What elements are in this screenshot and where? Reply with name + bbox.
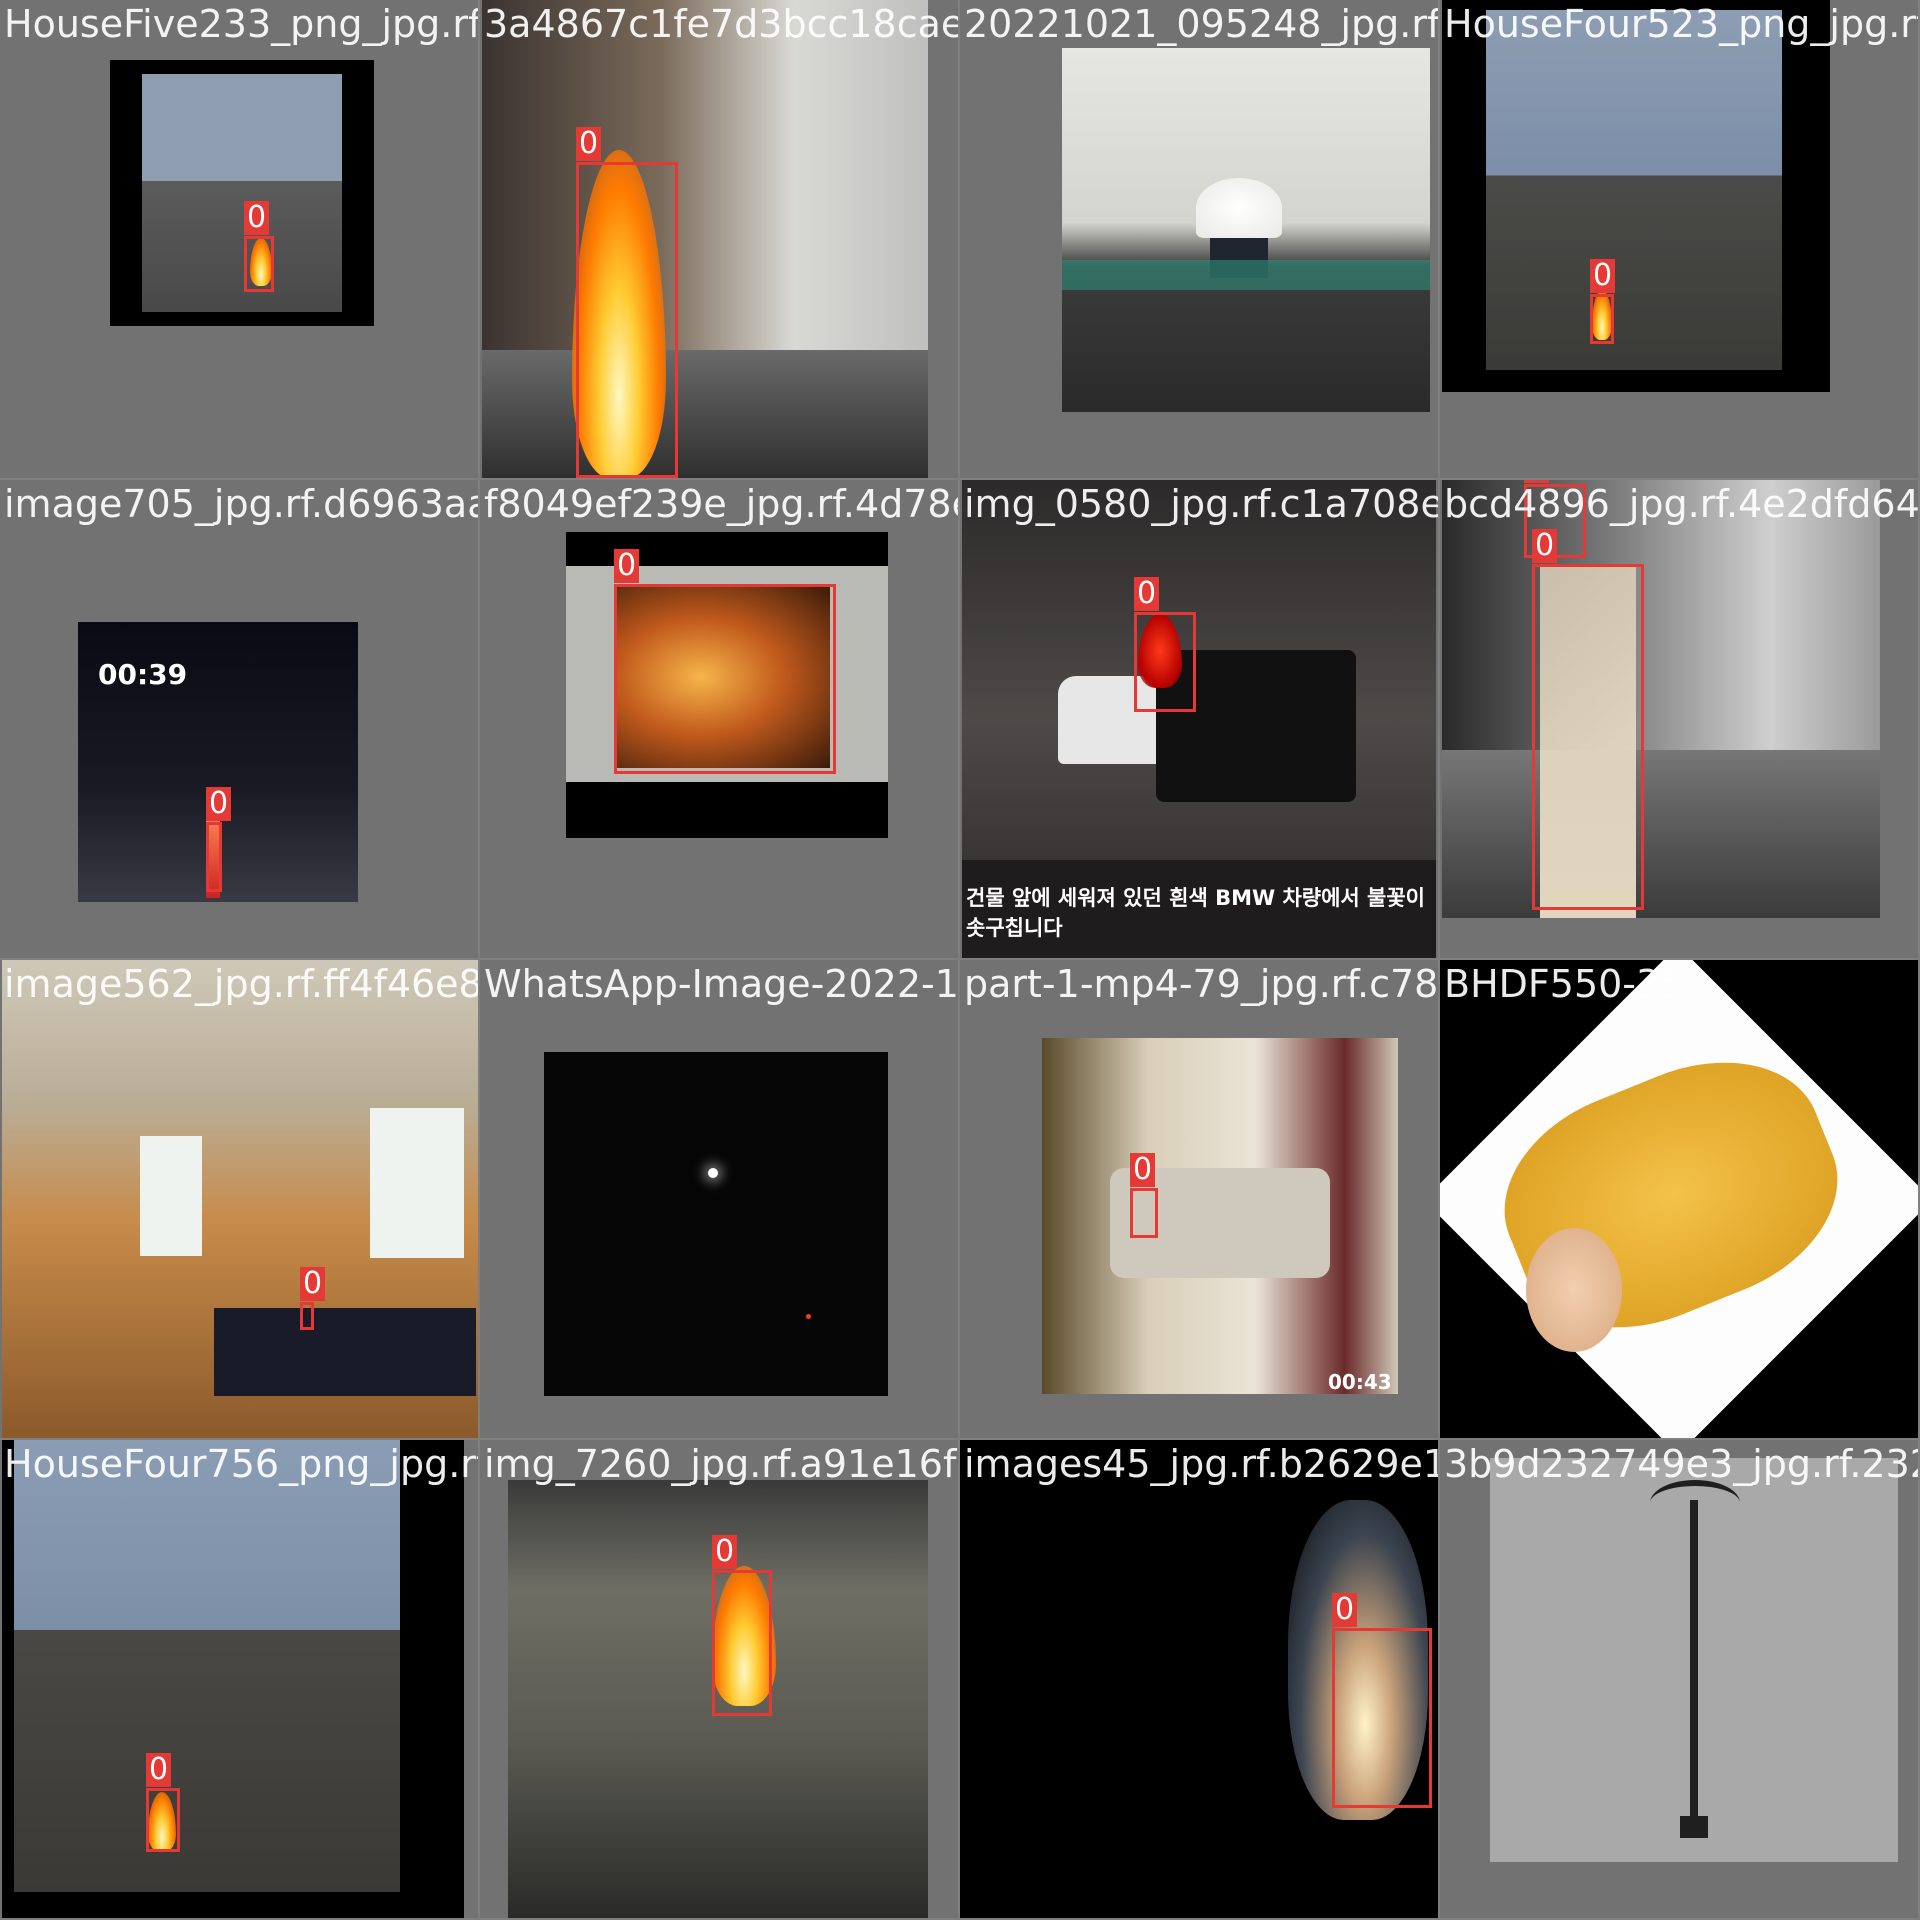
detection-box: 0 xyxy=(1130,1153,1158,1238)
tile-filename: bcd4896_jpg.rf.4e2dfd64eccc7 xyxy=(1444,482,1918,526)
detection-box: 0 xyxy=(614,549,836,774)
tile-filename: BHDF550-35 xyxy=(1444,962,1685,1006)
tile-filename: part-1-mp4-79_jpg.rf.c78531963b04525a4c xyxy=(964,962,1438,1006)
tile-filename: image562_jpg.rf.ff4f46e8170 xyxy=(4,962,478,1006)
tile-8: 0 0 bcd4896_jpg.rf.4e2dfd64eccc7 xyxy=(1440,480,1918,958)
detection-box: 0 xyxy=(1332,1593,1432,1808)
house-model-image xyxy=(14,1440,400,1892)
detection-box: 0 xyxy=(244,201,274,292)
detection-box: 0 xyxy=(712,1535,772,1716)
detection-box: 0 xyxy=(206,787,232,892)
tile-11: 0 00:43 part-1-mp4-79_jpg.rf.c78531963b0… xyxy=(960,960,1438,1438)
timer-overlay: 00:43 xyxy=(1328,1370,1392,1394)
detection-box: 0 xyxy=(1590,259,1616,344)
tile-10: WhatsApp-Image-2022-11-07-at-11-02-19-PM xyxy=(480,960,958,1438)
tile-filename: WhatsApp-Image-2022-11-07-at-11-02-19-PM xyxy=(484,962,958,1006)
timer-overlay: 00:39 xyxy=(98,658,188,691)
tile-16: 3b9d232749e3_jpg.rf.232adfe xyxy=(1440,1440,1918,1918)
detection-box: 0 xyxy=(1134,577,1196,712)
tile-filename: HouseFive233_png_jpg.rf.1f855a4867c1fe7d… xyxy=(4,2,478,46)
tile-filename: images45_jpg.rf.b2629e1fff83b9d232749e3 xyxy=(964,1442,1438,1486)
tile-5: 00:39 0 image705_jpg.rf.d6963aab40la27fd… xyxy=(0,480,478,958)
detection-box: 0 xyxy=(300,1267,326,1330)
sink xyxy=(482,350,928,478)
tile-12: BHDF550-35 xyxy=(1440,960,1918,1438)
moon xyxy=(708,1168,718,1178)
tile-14: 0 img_7260_jpg.rf.a91e16f3ad41225112eb45… xyxy=(480,1440,958,1918)
sofa xyxy=(214,1308,476,1396)
tile-filename: img_7260_jpg.rf.a91e16f3ad41225112eb45fd… xyxy=(484,1442,958,1486)
mannequin-head xyxy=(1526,1228,1622,1352)
tile-15: 0 images45_jpg.rf.b2629e1fff83b9d232749e… xyxy=(960,1440,1438,1918)
tile-13: 0 HouseFour756_png_jpg.rf.0bbe17260 xyxy=(0,1440,478,1918)
tile-4: 0 HouseFour523_png_jpg.rf.fc xyxy=(1440,0,1918,478)
tile-filename: image705_jpg.rf.d6963aab40la27fdf8049ef2… xyxy=(4,482,478,526)
tile-1: 0 HouseFive233_png_jpg.rf.1f855a4867c1fe… xyxy=(0,0,478,478)
detection-box: 0 xyxy=(1532,529,1644,910)
lamp-bulb xyxy=(1196,178,1282,238)
house-model-image xyxy=(1486,10,1782,370)
tile-2: 0 3a4867c1fe7d3bcc18cae25 xyxy=(480,0,958,478)
tile-7: 0 건물 앞에 세워져 있던 흰색 BMW 차량에서 불꽃이 솟구칩니다 img… xyxy=(960,480,1438,958)
tile-9: 0 image562_jpg.rf.ff4f46e8170 xyxy=(0,960,478,1438)
tile-filename: 20221021_095248_jpg.rf.9c xyxy=(964,2,1438,46)
tile-filename: 3b9d232749e3_jpg.rf.232adfe xyxy=(1444,1442,1918,1486)
detection-box: 0 xyxy=(146,1753,180,1852)
tile-filename: img_0580_jpg.rf.c1a708e905bcd4896 xyxy=(964,482,1438,526)
tile-3: 20221021_095248_jpg.rf.9c xyxy=(960,0,1438,478)
tile-filename: HouseFour523_png_jpg.rf.fc xyxy=(1444,2,1918,46)
korean-caption: 건물 앞에 세워져 있던 흰색 BMW 차량에서 불꽃이 솟구칩니다 xyxy=(966,886,1426,940)
tile-filename: HouseFour756_png_jpg.rf.0bbe17260 xyxy=(4,1442,478,1486)
detection-box: 0 xyxy=(576,127,678,478)
tile-filename: 3a4867c1fe7d3bcc18cae25 xyxy=(484,2,958,46)
lamp-post xyxy=(1690,1500,1698,1820)
tile-6: 0 f8049ef239e_jpg.rf.4d78ed0580daf4bc1 xyxy=(480,480,958,958)
house-model-image xyxy=(142,74,342,312)
tile-filename: f8049ef239e_jpg.rf.4d78ed0580daf4bc1 xyxy=(484,482,958,526)
night-image xyxy=(544,1052,888,1396)
